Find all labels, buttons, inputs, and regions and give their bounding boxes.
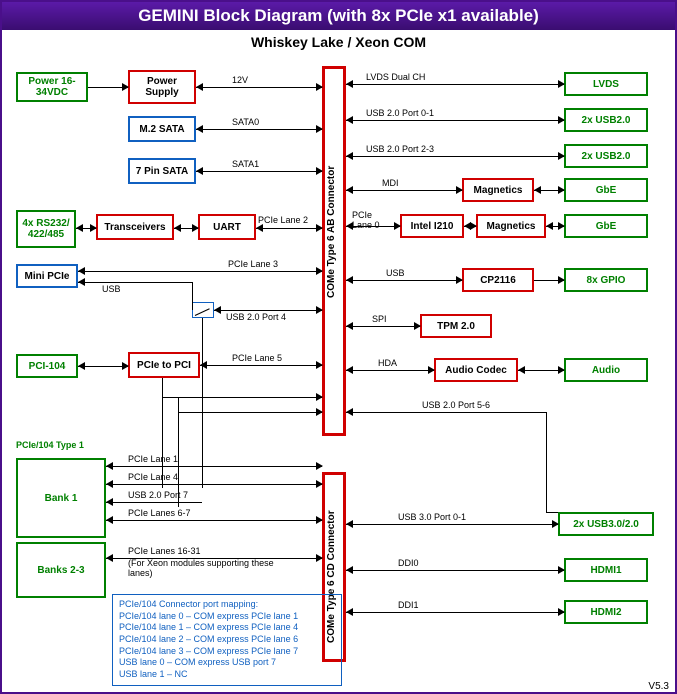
ab-connector-label: COMe Type 6 AB Connector [326,132,337,332]
bank1: Bank 1 [16,458,106,538]
diagram-canvas: COMe Type 6 AB Connector COMe Type 6 CD … [2,52,675,694]
sig-ddi0: DDI0 [398,558,419,568]
cp2116: CP2116 [462,268,534,292]
lvds: LVDS [564,72,648,96]
hdmi2: HDMI2 [564,600,648,624]
sig-sata1: SATA1 [232,159,259,169]
usb-switch [192,302,214,318]
m2-sata: M.2 SATA [128,116,196,142]
uart: UART [198,214,256,240]
gbe2: GbE [564,214,648,238]
sig-pcie3: PCIe Lane 3 [228,259,278,269]
sig-mdi: MDI [382,178,399,188]
tpm: TPM 2.0 [420,314,492,338]
pin7-sata: 7 Pin SATA [128,158,196,184]
note-title: PCIe/104 Connector port mapping: [119,599,335,611]
intel-i210: Intel I210 [400,214,464,238]
diagram-frame: GEMINI Block Diagram (with 8x PCIe x1 av… [0,0,677,694]
sig-pcie4: PCIe Lane 4 [128,472,178,482]
pci-104: PCI-104 [16,354,78,378]
usb30: 2x USB3.0/2.0 [558,512,654,536]
sig-hda: HDA [378,358,397,368]
pcie104-type1-label: PCIe/104 Type 1 [16,440,84,450]
note-l6: USB lane 1 – NC [119,669,335,681]
mini-pcie: Mini PCIe [16,264,78,288]
note-l1: PCIe/104 lane 0 – COM express PCIe lane … [119,611,335,623]
sig-pcie2: PCIe Lane 2 [258,215,308,225]
sig-sata0: SATA0 [232,117,259,127]
mapping-note: PCIe/104 Connector port mapping: PCIe/10… [112,594,342,686]
note-l4: PCIe/104 lane 3 – COM express PCIe lane … [119,646,335,658]
note-l2: PCIe/104 lane 1 – COM express PCIe lane … [119,622,335,634]
sig-ddi1: DDI1 [398,600,419,610]
sig-pcie1: PCIe Lane 1 [128,454,178,464]
banks23: Banks 2-3 [16,542,106,598]
audio-codec: Audio Codec [434,358,518,382]
sig-usb-r: USB [386,268,405,278]
usb20-b: 2x USB2.0 [564,144,648,168]
sig-12v: 12V [232,75,248,85]
power-ext: Power 16-34VDC [16,72,88,102]
version-label: V5.3 [648,681,669,692]
title-bar: GEMINI Block Diagram (with 8x PCIe x1 av… [2,2,675,30]
sig-usbp56: USB 2.0 Port 5-6 [422,400,490,410]
audio: Audio [564,358,648,382]
pcie-to-pci: PCIe to PCI [128,352,200,378]
sig-usb3p01: USB 3.0 Port 0-1 [398,512,466,522]
magnetics1: Magnetics [462,178,534,202]
sig-usbp01: USB 2.0 Port 0-1 [366,108,434,118]
rs232: 4x RS232/ 422/485 [16,210,76,248]
gbe1: GbE [564,178,648,202]
sig-pcie5: PCIe Lane 5 [232,353,282,363]
transceivers: Transceivers [96,214,174,240]
hdmi1: HDMI1 [564,558,648,582]
magnetics2: Magnetics [476,214,546,238]
sig-usb-p4: USB 2.0 Port 4 [226,312,286,322]
gpio: 8x GPIO [564,268,648,292]
note-l5: USB lane 0 – COM express USB port 7 [119,657,335,669]
xeon-note: (For Xeon modules supporting these lanes… [128,558,288,578]
sig-usb: USB [102,284,121,294]
note-l3: PCIe/104 lane 2 – COM express PCIe lane … [119,634,335,646]
sig-pcie67: PCIe Lanes 6-7 [128,508,191,518]
sig-usbp7: USB 2.0 Port 7 [128,490,188,500]
sig-pcie1631: PCIe Lanes 16-31 [128,546,201,556]
sig-spi: SPI [372,314,387,324]
power-supply: Power Supply [128,70,196,104]
usb20-a: 2x USB2.0 [564,108,648,132]
sig-usbp23: USB 2.0 Port 2-3 [366,144,434,154]
sig-pcie0: PCIe Lane 0 [352,210,392,230]
subtitle: Whiskey Lake / Xeon COM [2,34,675,50]
sig-lvds: LVDS Dual CH [366,72,425,82]
